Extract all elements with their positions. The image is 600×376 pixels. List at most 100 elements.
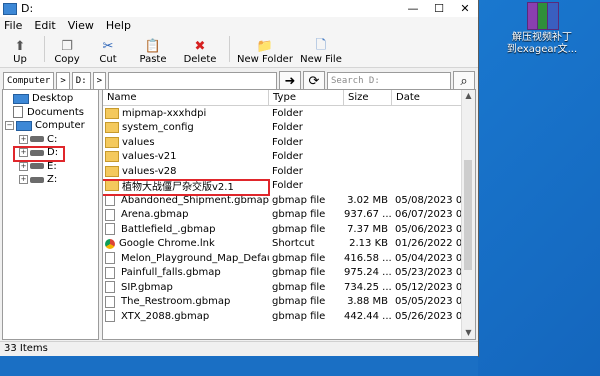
file-name-cell: XTX_2088.gbmap xyxy=(103,310,269,323)
toolbar-label: Delete xyxy=(183,54,217,65)
folder-icon xyxy=(105,136,119,148)
breadcrumb-computer[interactable]: Computer xyxy=(3,72,55,90)
menu-help[interactable]: Help xyxy=(106,19,131,32)
content-panes: Desktop Documents − Computer + C: + D: + E: + Z: Na… xyxy=(2,89,476,340)
address-path-field[interactable] xyxy=(108,72,277,90)
search-button[interactable]: ⌕ xyxy=(453,71,475,91)
new-folder-button[interactable]: 📁 New Folder xyxy=(234,39,296,65)
maximize-button[interactable]: ☐ xyxy=(426,0,452,17)
scrollbar-thumb[interactable] xyxy=(464,160,472,270)
file-size: 937.67 ... xyxy=(344,209,392,221)
file-icon xyxy=(105,208,115,221)
tree-item-label: D: xyxy=(47,147,59,158)
file-type: gbmap file xyxy=(272,296,326,308)
column-header-size[interactable]: Size xyxy=(344,90,392,105)
file-rows: mipmap-xxxhdpi Folder system_config Folder v… xyxy=(103,106,475,324)
file-row[interactable]: Battlefield_.gbmap gbmap file 7.37 MB 05/06… xyxy=(103,222,475,237)
file-icon xyxy=(105,223,115,236)
file-icon xyxy=(105,252,115,265)
breadcrumb-separator[interactable]: > xyxy=(56,72,70,90)
refresh-button[interactable]: ⟳ xyxy=(303,71,325,91)
expand-icon[interactable]: + xyxy=(19,148,28,157)
tree-item-documents[interactable]: Documents xyxy=(13,106,84,119)
file-row[interactable]: Google Chrome.lnk Shortcut 2.13 KB 01/26/20… xyxy=(103,237,475,252)
menu-edit[interactable]: Edit xyxy=(34,19,55,32)
tree-item-desktop[interactable]: Desktop xyxy=(13,92,73,105)
file-name: XTX_2088.gbmap xyxy=(121,310,210,322)
file-icon xyxy=(105,194,115,207)
delete-button[interactable]: ✖ Delete xyxy=(175,39,225,65)
file-list[interactable]: Name Type Size Date mipmap-xxxhdpi Folder… xyxy=(102,89,476,340)
file-size: 3.02 MB xyxy=(347,194,388,206)
drive-icon xyxy=(30,136,44,142)
winrar-archive-icon xyxy=(524,2,560,30)
column-header-type[interactable]: Type xyxy=(269,90,344,105)
breadcrumb-separator[interactable]: > xyxy=(92,72,107,90)
column-header-date[interactable]: Date xyxy=(392,90,464,105)
folder-icon xyxy=(105,151,119,163)
folder-tree[interactable]: Desktop Documents − Computer + C: + D: + E: + Z: xyxy=(2,89,99,340)
drive-icon xyxy=(30,163,44,169)
file-name-cell: Abandoned_Shipment.gbmap xyxy=(103,194,269,207)
desktop-shortcut-label-line1: 解压视频补丁 xyxy=(512,32,572,43)
menu-view[interactable]: View xyxy=(68,19,94,32)
expand-icon[interactable]: + xyxy=(19,175,28,184)
file-date: 05/05/2023 03... xyxy=(395,296,464,308)
desktop-shortcut[interactable]: 解压视频补丁 到exagear文... xyxy=(486,0,598,56)
file-row[interactable]: values-v28 Folder xyxy=(103,164,475,179)
desktop-bottom-strip xyxy=(0,356,478,376)
tree-item-z[interactable]: + Z: xyxy=(19,173,57,186)
scroll-down-icon[interactable]: ▼ xyxy=(462,327,475,339)
window-monitor-icon xyxy=(3,2,17,15)
file-type: gbmap file xyxy=(272,310,326,322)
tree-item-d[interactable]: + D: xyxy=(19,146,58,159)
title-bar[interactable]: D: — ☐ ✕ xyxy=(0,0,478,17)
paste-icon: 📋 xyxy=(144,39,162,54)
tree-item-label: C: xyxy=(47,133,58,145)
file-row[interactable]: 植物大战僵尸杂交版v2.1 Folder xyxy=(103,179,475,193)
file-row[interactable]: values Folder xyxy=(103,135,475,150)
up-button[interactable]: ⬆ Up xyxy=(0,39,40,65)
scroll-up-icon[interactable]: ▲ xyxy=(462,90,475,102)
file-row[interactable]: Arena.gbmap gbmap file 937.67 ... 06/07/202… xyxy=(103,208,475,223)
new-file-button[interactable]: 🗋 New File xyxy=(296,37,346,66)
expand-icon[interactable]: + xyxy=(19,134,28,144)
chrome-icon xyxy=(105,238,115,249)
tree-item-computer[interactable]: − Computer xyxy=(5,119,85,132)
file-row[interactable]: Abandoned_Shipment.gbmap gbmap file 3.02 M… xyxy=(103,193,475,208)
toolbar-separator xyxy=(229,36,230,62)
breadcrumb-drive-d[interactable]: D: xyxy=(71,72,91,90)
file-row[interactable]: mipmap-xxxhdpi Folder xyxy=(103,106,475,121)
file-row[interactable]: Melon_Playground_Map_Defaul...gbmap file… xyxy=(103,251,475,266)
file-date: 05/12/2023 03... xyxy=(395,281,464,293)
file-row[interactable]: The_Restroom.gbmap gbmap file 3.88 MB 05/05… xyxy=(103,295,475,310)
close-button[interactable]: ✕ xyxy=(452,0,478,17)
column-header-name[interactable]: Name xyxy=(103,90,269,105)
tree-item-c[interactable]: + C: xyxy=(19,133,57,146)
item-count: 33 Items xyxy=(4,343,48,354)
paste-button[interactable]: 📋 Paste xyxy=(131,39,175,65)
file-row[interactable]: Painfull_falls.gbmap gbmap file 975.24 ...… xyxy=(103,266,475,281)
file-date: 05/06/2023 03... xyxy=(395,223,464,235)
search-input[interactable]: Search D: xyxy=(327,72,451,90)
minimize-button[interactable]: — xyxy=(400,0,426,17)
scissors-icon: ✂ xyxy=(102,39,114,54)
collapse-icon[interactable]: − xyxy=(5,121,14,130)
go-arrow-button[interactable]: ➜ xyxy=(279,71,301,91)
cut-button[interactable]: ✂ Cut xyxy=(85,39,131,65)
file-name: Battlefield_.gbmap xyxy=(121,223,216,235)
file-row[interactable]: system_config Folder xyxy=(103,121,475,136)
menu-file[interactable]: File xyxy=(4,19,22,32)
copy-button[interactable]: ❐ Copy xyxy=(49,39,85,65)
file-row[interactable]: values-v21 Folder xyxy=(103,150,475,165)
tree-item-e[interactable]: + E: xyxy=(19,160,57,173)
file-row[interactable]: XTX_2088.gbmap gbmap file 442.44 ... 05/26/… xyxy=(103,309,475,324)
new-file-icon: 🗋 xyxy=(315,37,327,53)
folder-icon xyxy=(105,107,119,119)
file-size: 734.25 ... xyxy=(344,281,392,293)
toolbar-label: Up xyxy=(13,54,27,65)
expand-icon[interactable]: + xyxy=(19,161,28,171)
file-row[interactable]: SIP.gbmap gbmap file 734.25 ... 05/12/2023 … xyxy=(103,280,475,295)
vertical-scrollbar[interactable]: ▲ ▼ xyxy=(461,90,475,339)
drive-icon xyxy=(30,176,44,183)
